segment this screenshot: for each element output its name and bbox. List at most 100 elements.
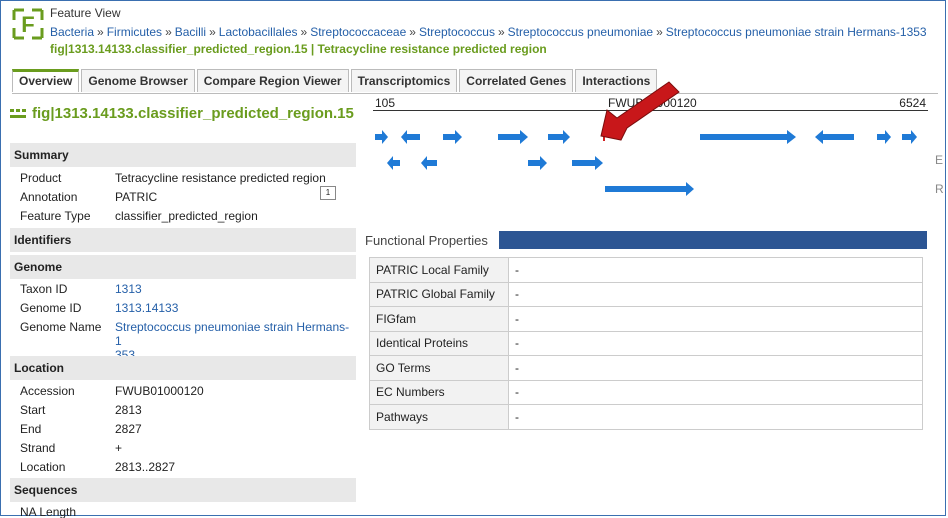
- gene-arrow: [401, 130, 420, 144]
- location-value: 2813..2827: [115, 460, 176, 474]
- product-label: Product: [20, 171, 62, 185]
- breadcrumb-link[interactable]: Streptococcaceae: [310, 25, 406, 39]
- sequences-heading: Sequences: [10, 478, 356, 502]
- table-row: Identical Proteins -: [369, 330, 923, 356]
- breadcrumb-link[interactable]: Streptococcus: [419, 25, 495, 39]
- end-label: End: [20, 422, 42, 436]
- table-row: Pathways -: [369, 404, 923, 430]
- breadcrumb-separator: »: [97, 25, 104, 39]
- genome-heading: Genome: [10, 255, 356, 279]
- prop-value: -: [508, 404, 923, 430]
- prop-label: Pathways: [369, 404, 509, 430]
- prop-label: PATRIC Global Family: [369, 281, 509, 307]
- taxon-id-link[interactable]: 1313: [115, 282, 142, 296]
- breadcrumb-separator: »: [165, 25, 172, 39]
- functional-properties-title: Functional Properties: [365, 233, 488, 248]
- tab-bar: Overview Genome Browser Compare Region V…: [12, 69, 659, 93]
- tab-compare-region-viewer[interactable]: Compare Region Viewer: [196, 69, 349, 92]
- strand-label: Strand: [20, 441, 56, 455]
- annotation-count-badge[interactable]: 1: [320, 186, 336, 200]
- accession-label: Accession: [20, 384, 75, 398]
- prop-label: PATRIC Local Family: [369, 257, 509, 283]
- product-value: Tetracycline resistance predicted region: [115, 171, 326, 185]
- table-row: GO Terms -: [369, 355, 923, 381]
- functional-properties-table: PATRIC Local Family - PATRIC Global Famil…: [369, 257, 923, 430]
- tab-genome-browser[interactable]: Genome Browser: [81, 69, 195, 92]
- genome-id-link[interactable]: 1313.14133: [115, 301, 178, 315]
- edge-letter-e: E: [935, 153, 944, 167]
- page-header: F Feature View Bacteria» Firmicutes» Bacil…: [10, 4, 938, 60]
- summary-heading: Summary: [10, 143, 356, 167]
- breadcrumb-separator: »: [409, 25, 416, 39]
- location-heading: Location: [10, 356, 356, 380]
- gene-arrow: [877, 130, 891, 144]
- identifiers-heading: Identifiers: [10, 228, 356, 252]
- prop-label: EC Numbers: [369, 379, 509, 405]
- feature-logo-icon: F: [12, 8, 44, 40]
- gene-arrow: [815, 130, 854, 144]
- breadcrumb-link[interactable]: Lactobacillales: [219, 25, 298, 39]
- breadcrumb-link[interactable]: Firmicutes: [107, 25, 162, 39]
- ruler-start: 105: [375, 96, 396, 110]
- ruler-end: 6524: [899, 96, 926, 110]
- feature-title-text: fig|1313.14133.classifier_predicted_regi…: [32, 105, 354, 122]
- prop-value: -: [508, 306, 923, 332]
- breadcrumb-link[interactable]: Bacilli: [175, 25, 206, 39]
- breadcrumb-link[interactable]: Bacteria: [50, 25, 94, 39]
- breadcrumb-separator: »: [300, 25, 308, 39]
- taxon-id-label: Taxon ID: [20, 282, 68, 296]
- table-row: PATRIC Global Family -: [369, 281, 923, 307]
- breadcrumb-link[interactable]: Streptococcus pneumoniae: [508, 25, 653, 39]
- feature-list-icon: [10, 109, 26, 119]
- gene-arrow: [387, 156, 400, 170]
- breadcrumb-separator: »: [656, 25, 663, 39]
- feature-view-label: Feature View: [50, 6, 121, 20]
- start-value: 2813: [115, 403, 142, 417]
- prop-label: Identical Proteins: [369, 330, 509, 356]
- gene-arrow: [421, 156, 437, 170]
- functional-properties-bar: [499, 231, 927, 249]
- breadcrumb-separator: »: [497, 25, 505, 39]
- start-label: Start: [20, 403, 46, 417]
- prop-label: GO Terms: [369, 355, 509, 381]
- gene-arrow: [700, 130, 796, 144]
- tab-correlated-genes[interactable]: Correlated Genes: [459, 69, 574, 92]
- gene-arrow: [443, 130, 462, 144]
- breadcrumb-separator: »: [209, 25, 216, 39]
- strand-value: +: [115, 441, 123, 455]
- prop-value: -: [508, 330, 923, 356]
- annotation-value: PATRIC: [115, 190, 158, 204]
- table-row: EC Numbers -: [369, 379, 923, 405]
- page-subtitle: fig|1313.14133.classifier_predicted_regi…: [50, 42, 547, 56]
- table-row: PATRIC Local Family -: [369, 257, 923, 283]
- sequence-partial-label: NA Length: [20, 505, 77, 518]
- gene-arrow: [605, 182, 694, 196]
- end-value: 2827: [115, 422, 142, 436]
- right-panel: 105 FWUB01000120 6524 Functional Propert…: [365, 81, 930, 518]
- breadcrumb: Bacteria» Firmicutes» Bacilli» Lactobacilla…: [50, 25, 927, 39]
- accession-value: FWUB01000120: [115, 384, 204, 398]
- feature-type-label: Feature Type: [20, 209, 91, 223]
- annotation-label: Annotation: [20, 190, 78, 204]
- feature-title: fig|1313.14133.classifier_predicted_regi…: [10, 105, 356, 122]
- gene-arrow: [528, 156, 547, 170]
- gene-arrow: [498, 130, 528, 144]
- table-row: FIGfam -: [369, 306, 923, 332]
- genome-name-line1[interactable]: Streptococcus pneumoniae strain Hermans-…: [115, 320, 349, 348]
- edge-letter-r: R: [935, 182, 944, 196]
- red-arrow-icon: [600, 81, 680, 141]
- feature-type-value: classifier_predicted_region: [115, 209, 258, 223]
- genome-name-label: Genome Name: [20, 320, 102, 334]
- tab-overview[interactable]: Overview: [12, 69, 80, 92]
- prop-value: -: [508, 281, 923, 307]
- prop-value: -: [508, 379, 923, 405]
- genome-id-label: Genome ID: [20, 301, 82, 315]
- tab-transcriptomics[interactable]: Transcriptomics: [350, 69, 458, 92]
- breadcrumb-link[interactable]: Streptococcus pneumoniae strain Hermans-…: [666, 25, 927, 39]
- functional-properties-header: Functional Properties: [365, 231, 927, 249]
- logo-letter: F: [21, 12, 34, 37]
- gene-arrow: [902, 130, 917, 144]
- left-panel: fig|1313.14133.classifier_predicted_regi…: [10, 95, 356, 518]
- gene-arrow: [375, 130, 388, 144]
- location-label: Location: [20, 460, 66, 474]
